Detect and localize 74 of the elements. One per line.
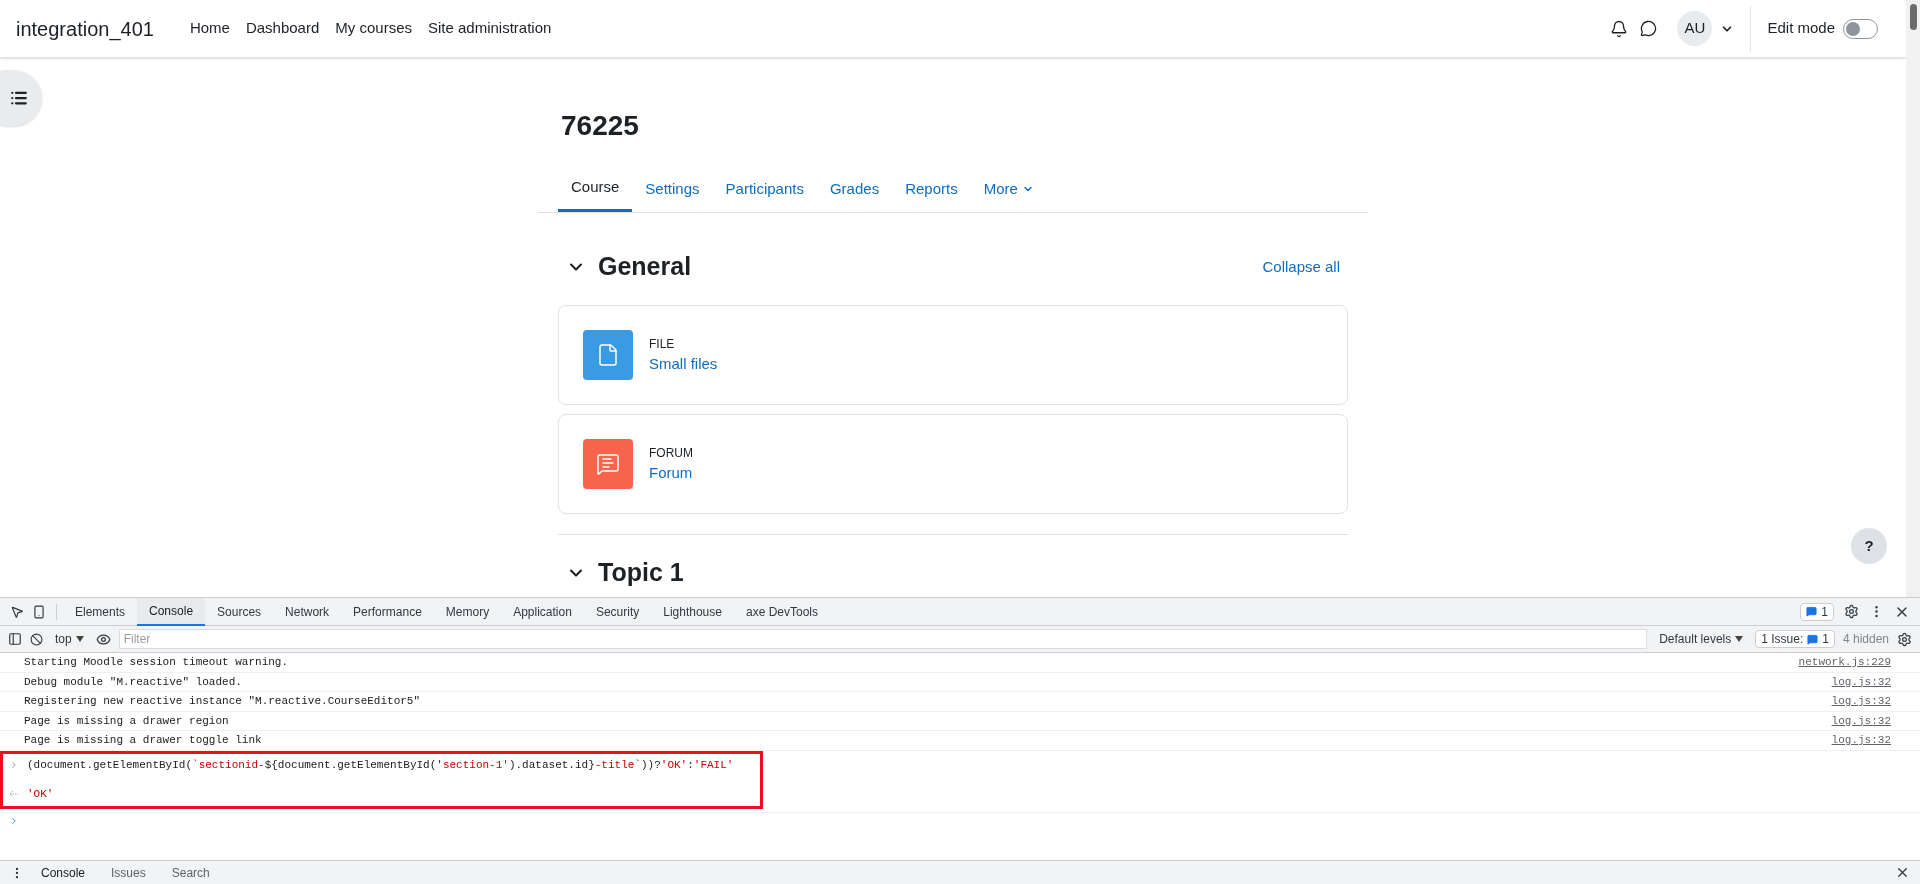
speech-bubble-icon — [583, 439, 633, 489]
collapse-all-link[interactable]: Collapse all — [1262, 255, 1340, 279]
notifications-icon[interactable] — [1610, 19, 1629, 38]
nav-link[interactable]: Site administration — [428, 17, 552, 40]
edit-mode-label: Edit mode — [1767, 18, 1835, 39]
site-name[interactable]: integration_401 — [16, 13, 154, 44]
clear-console-icon[interactable] — [30, 632, 43, 646]
result-value: 'OK' — [27, 787, 54, 802]
issues-counter[interactable]: 1 Issue: 1 — [1755, 630, 1835, 648]
hidden-count: 4 hidden — [1842, 631, 1889, 648]
devtools-tab[interactable]: Console — [137, 597, 206, 626]
scrollbar[interactable] — [1906, 0, 1920, 597]
devtools-tab[interactable]: Network — [273, 597, 342, 626]
caret-icon — [1735, 636, 1744, 642]
drawer-tab[interactable]: Issues — [102, 863, 155, 882]
nav-link[interactable]: Home — [189, 17, 230, 40]
devtools-tab[interactable]: Performance — [341, 597, 434, 626]
close-icon[interactable] — [1895, 865, 1910, 880]
message-text: Registering new reactive instance "M.reactive.CourseEditor5" — [24, 694, 421, 709]
nav-link[interactable]: Dashboard — [245, 17, 320, 40]
message-text: Debug module "M.reactive" loaded. — [24, 674, 242, 690]
devtools-tab[interactable]: Memory — [433, 597, 502, 626]
drawer-tab[interactable]: Console — [32, 863, 95, 882]
nav-link[interactable]: My courses — [335, 17, 412, 40]
settings-icon[interactable] — [1897, 631, 1912, 647]
messages-icon[interactable] — [1640, 20, 1658, 37]
caret-icon — [75, 636, 84, 642]
message-text: Starting Moodle session timeout warning. — [24, 655, 289, 670]
drawer-tab[interactable]: Search — [162, 863, 219, 882]
context-selector[interactable]: top — [51, 630, 88, 648]
devtools-tab[interactable]: Elements — [63, 597, 138, 626]
activity-type: FILE — [649, 335, 676, 353]
source-link[interactable]: network.js:229 — [1798, 654, 1891, 671]
sidebar-toggle-icon[interactable] — [8, 632, 22, 646]
filter-input[interactable]: Filter — [118, 629, 1648, 649]
course-tab[interactable]: Course — [558, 166, 633, 212]
list-icon — [10, 89, 28, 107]
source-link[interactable]: log.js:32 — [1831, 693, 1891, 710]
message-text: Page is missing a drawer toggle link — [24, 733, 262, 748]
source-link[interactable]: log.js:32 — [1831, 732, 1891, 749]
course-tab[interactable]: More — [970, 166, 1047, 212]
devtools-tab[interactable]: Sources — [205, 597, 274, 626]
course-tab[interactable]: Reports — [892, 166, 971, 212]
file-icon — [583, 330, 633, 380]
result-arrow-icon — [9, 790, 19, 799]
eye-icon[interactable] — [95, 631, 111, 647]
section-title: General — [598, 251, 692, 283]
prompt-icon — [9, 759, 19, 770]
devtools-tab[interactable]: Security — [583, 597, 652, 626]
help-button[interactable]: ? — [1851, 528, 1887, 564]
log-levels-dropdown[interactable]: Default levels — [1655, 630, 1748, 648]
section-title: Topic 1 — [598, 557, 684, 589]
course-title: 76225 — [561, 112, 640, 140]
activity-link[interactable]: Forum — [649, 461, 693, 485]
user-avatar[interactable]: AU — [1677, 11, 1713, 46]
settings-icon[interactable] — [1844, 604, 1859, 619]
devtools-tab[interactable]: Lighthouse — [651, 597, 734, 626]
source-link[interactable]: log.js:32 — [1831, 673, 1891, 690]
inspect-icon[interactable] — [10, 604, 24, 619]
course-tab[interactable]: Settings — [632, 166, 713, 212]
command-text: (document.getElementById(`sectionid-${document.getElementById('section-1').dataset.id}-title`))?'OK':'FAIL' — [27, 757, 734, 773]
message-icon — [1807, 633, 1819, 645]
course-tab[interactable]: Grades — [816, 166, 893, 212]
message-text: Page is missing a drawer region — [24, 713, 229, 729]
message-icon — [1806, 606, 1818, 617]
device-icon[interactable] — [32, 604, 46, 619]
activity-link[interactable]: Small files — [649, 352, 718, 376]
edit-mode-toggle[interactable] — [1843, 18, 1878, 39]
issues-badge[interactable]: 1 — [1800, 602, 1834, 621]
devtools-tab[interactable]: axe DevTools — [733, 597, 830, 626]
course-tab[interactable]: Participants — [712, 166, 817, 212]
devtools-tab[interactable]: Application — [501, 597, 584, 626]
source-link[interactable]: log.js:32 — [1831, 712, 1891, 729]
activity-type: FORUM — [649, 444, 693, 462]
